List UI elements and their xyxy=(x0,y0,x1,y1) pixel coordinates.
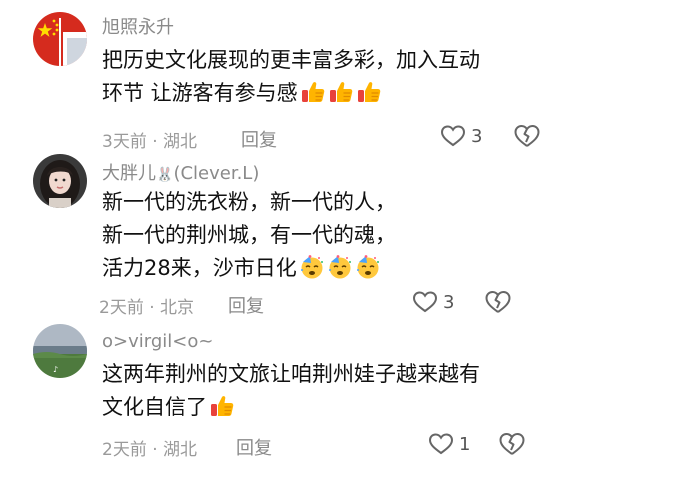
party-face-icon xyxy=(297,254,381,280)
party-face-icon xyxy=(299,254,325,280)
like-count: 1 xyxy=(459,433,471,455)
like-count: 3 xyxy=(443,291,455,313)
dislike-button[interactable] xyxy=(484,289,512,319)
separator: · xyxy=(146,440,164,460)
thumbs-up-icon xyxy=(328,79,354,105)
comment-line: 新一代的荆州城，有一代的魂， xyxy=(102,223,396,247)
comment-line: 新一代的洗衣粉，新一代的人， xyxy=(102,190,396,214)
heart-icon xyxy=(412,291,438,313)
comment-text: 这两年荆州的文旅让咱荆州娃子越来越有 文化自信了 xyxy=(102,358,480,424)
username-text: 大胖儿 xyxy=(102,163,156,184)
like-count: 3 xyxy=(471,125,483,147)
avatar[interactable]: ♪ xyxy=(33,324,87,378)
heart-icon xyxy=(440,125,466,147)
like-button[interactable]: 3 xyxy=(412,290,454,314)
timestamp: 2天前 xyxy=(102,440,147,460)
username-suffix: (Clever.L) xyxy=(173,163,260,184)
avatar[interactable] xyxy=(33,12,87,66)
comment-line: 环节 让游客有参与感 xyxy=(102,77,480,110)
party-face-icon xyxy=(327,254,353,280)
separator: · xyxy=(143,298,161,318)
broken-heart-icon xyxy=(514,125,540,147)
username[interactable]: 大胖儿🐰(Clever.L) xyxy=(102,159,259,185)
reply-button[interactable]: 回复 xyxy=(236,434,272,460)
comment-item: 旭照永升 把历史文化展现的更丰富多彩，加入互动 环节 让游客有参与感 3天前 ·… xyxy=(0,0,687,165)
girl-portrait-icon xyxy=(33,154,87,208)
comment-meta: 2天前 · 湖北 xyxy=(102,435,197,460)
comment-item: 大胖儿🐰(Clever.L) 新一代的洗衣粉，新一代的人， 新一代的荆州城，有一… xyxy=(0,148,687,318)
comment-line: 这两年荆州的文旅让咱荆州娃子越来越有 xyxy=(102,362,480,386)
username[interactable]: 旭照永升 xyxy=(102,13,174,39)
thumbs-up-icon xyxy=(207,395,235,419)
bunny-icon: 🐰 xyxy=(156,167,174,183)
dislike-button[interactable] xyxy=(498,431,526,461)
broken-heart-icon xyxy=(485,291,511,313)
comment-text: 新一代的洗衣粉，新一代的人， 新一代的荆州城，有一代的魂， 活力28来，沙市日化 xyxy=(102,186,396,285)
thumbs-up-icon xyxy=(356,79,382,105)
thumbs-up-icon xyxy=(298,81,382,105)
timestamp: 2天前 xyxy=(99,298,144,318)
avatar[interactable] xyxy=(33,154,87,208)
comment-line-text: 文化自信了 xyxy=(102,395,207,419)
location: 湖北 xyxy=(163,440,198,460)
china-flag-icon xyxy=(33,12,87,66)
thumbs-up-icon xyxy=(209,393,235,419)
comment-meta: 2天前 · 北京 xyxy=(99,293,194,318)
thumbs-up-icon xyxy=(300,79,326,105)
like-button[interactable]: 3 xyxy=(440,124,482,148)
username[interactable]: o>virgil<o~ xyxy=(102,331,213,352)
location: 北京 xyxy=(160,298,195,318)
comment-line: 活力28来，沙市日化 xyxy=(102,252,396,285)
comment-line-text: 环节 让游客有参与感 xyxy=(102,81,298,105)
like-button[interactable]: 1 xyxy=(428,432,470,456)
landscape-icon: ♪ xyxy=(33,324,87,378)
comment-line: 文化自信了 xyxy=(102,391,480,424)
svg-text:♪: ♪ xyxy=(53,365,58,374)
comment-line-text: 活力28来，沙市日化 xyxy=(102,256,297,280)
comment-line: 把历史文化展现的更丰富多彩，加入互动 xyxy=(102,48,480,72)
heart-icon xyxy=(428,433,454,455)
comment-item: ♪ o>virgil<o~ 这两年荆州的文旅让咱荆州娃子越来越有 文化自信了 2… xyxy=(0,318,687,483)
broken-heart-icon xyxy=(499,433,525,455)
reply-button[interactable]: 回复 xyxy=(228,292,264,318)
comment-text: 把历史文化展现的更丰富多彩，加入互动 环节 让游客有参与感 xyxy=(102,44,480,110)
party-face-icon xyxy=(355,254,381,280)
